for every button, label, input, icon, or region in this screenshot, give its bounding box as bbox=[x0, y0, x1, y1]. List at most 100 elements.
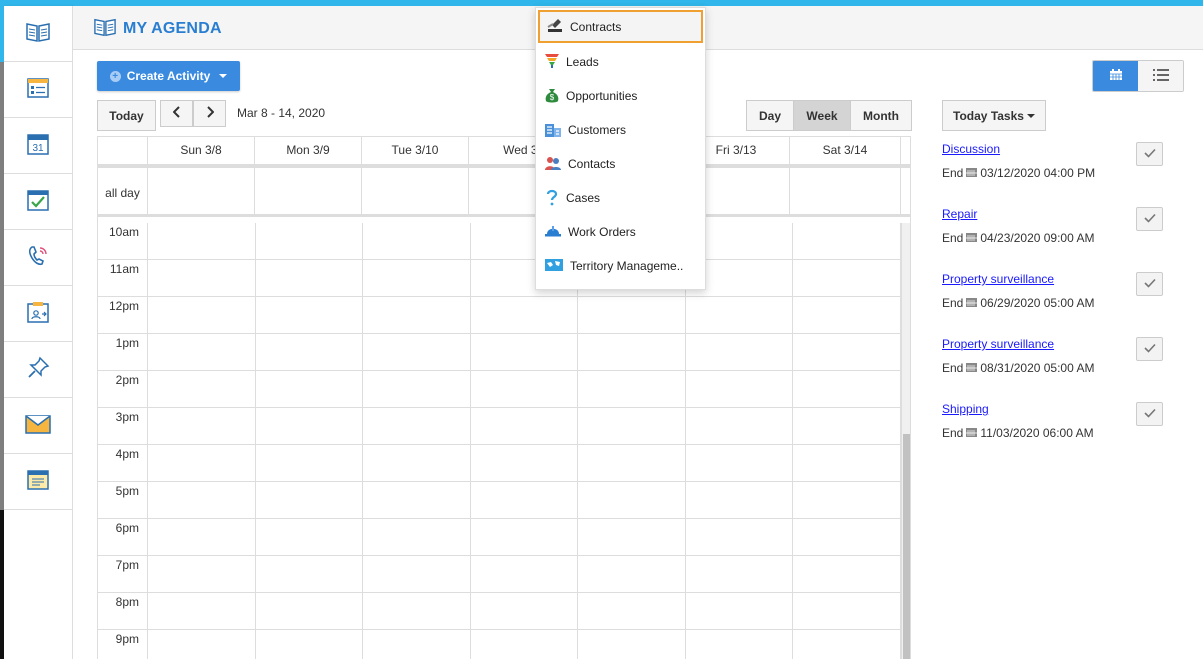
time-slot-cell[interactable] bbox=[256, 297, 363, 333]
time-slot-cell[interactable] bbox=[471, 519, 578, 555]
time-slot-cell[interactable] bbox=[471, 556, 578, 592]
prev-week-button[interactable] bbox=[160, 100, 193, 127]
calendar-view-button[interactable] bbox=[1093, 61, 1138, 91]
time-slot-cell[interactable] bbox=[256, 334, 363, 370]
menu-item-opportunities[interactable]: $ Opportunities bbox=[536, 79, 705, 113]
time-slot-cell[interactable] bbox=[686, 630, 793, 659]
sidebar-item-email[interactable] bbox=[4, 398, 72, 454]
time-slot-cell[interactable] bbox=[148, 371, 256, 407]
time-slot-cell[interactable] bbox=[363, 482, 471, 518]
menu-item-customers[interactable]: Customers bbox=[536, 113, 705, 147]
time-slot-cell[interactable] bbox=[793, 482, 901, 518]
time-slot-cell[interactable] bbox=[148, 556, 256, 592]
menu-item-cases[interactable]: Cases bbox=[536, 181, 705, 215]
time-slot-cell[interactable] bbox=[256, 593, 363, 629]
menu-item-contacts[interactable]: Contacts bbox=[536, 147, 705, 181]
time-slot-cell[interactable] bbox=[793, 223, 901, 259]
time-slot-cell[interactable] bbox=[363, 519, 471, 555]
time-slot-cell[interactable] bbox=[578, 519, 686, 555]
time-slot-cell[interactable] bbox=[256, 408, 363, 444]
time-slot-cell[interactable] bbox=[471, 593, 578, 629]
scrollbar-thumb[interactable] bbox=[903, 434, 910, 659]
all-day-cell[interactable] bbox=[255, 168, 362, 214]
complete-task-button[interactable] bbox=[1136, 142, 1163, 166]
time-slot-cell[interactable] bbox=[793, 445, 901, 481]
time-slot-cell[interactable] bbox=[686, 445, 793, 481]
time-slot-cell[interactable] bbox=[363, 334, 471, 370]
time-slot-cell[interactable] bbox=[256, 371, 363, 407]
time-slot-cell[interactable] bbox=[578, 297, 686, 333]
time-slot-cell[interactable] bbox=[686, 334, 793, 370]
task-link[interactable]: Repair bbox=[942, 207, 1094, 221]
time-slot-cell[interactable] bbox=[148, 223, 256, 259]
sidebar-item-calls[interactable] bbox=[4, 230, 72, 286]
all-day-cell[interactable] bbox=[790, 168, 901, 214]
time-slot-cell[interactable] bbox=[578, 408, 686, 444]
time-slot-cell[interactable] bbox=[256, 630, 363, 659]
today-button[interactable]: Today bbox=[97, 100, 156, 131]
complete-task-button[interactable] bbox=[1136, 402, 1163, 426]
time-slot-cell[interactable] bbox=[686, 482, 793, 518]
time-slot-cell[interactable] bbox=[578, 445, 686, 481]
complete-task-button[interactable] bbox=[1136, 207, 1163, 231]
view-week-button[interactable]: Week bbox=[794, 101, 851, 130]
view-day-button[interactable]: Day bbox=[747, 101, 794, 130]
time-slot-cell[interactable] bbox=[148, 408, 256, 444]
create-activity-button[interactable]: + Create Activity bbox=[97, 61, 240, 91]
time-slot-cell[interactable] bbox=[793, 630, 901, 659]
time-slot-cell[interactable] bbox=[471, 297, 578, 333]
time-slot-cell[interactable] bbox=[363, 223, 471, 259]
menu-item-work-orders[interactable]: Work Orders bbox=[536, 215, 705, 249]
task-link[interactable]: Property surveillance bbox=[942, 272, 1094, 286]
time-slot-cell[interactable] bbox=[793, 408, 901, 444]
time-slot-cell[interactable] bbox=[256, 519, 363, 555]
time-slot-cell[interactable] bbox=[148, 630, 256, 659]
task-link[interactable]: Discussion bbox=[942, 142, 1095, 156]
time-slot-cell[interactable] bbox=[148, 519, 256, 555]
view-month-button[interactable]: Month bbox=[851, 101, 911, 130]
menu-item-contracts[interactable]: Contracts bbox=[538, 10, 703, 43]
time-slot-cell[interactable] bbox=[793, 556, 901, 592]
time-slot-cell[interactable] bbox=[686, 297, 793, 333]
time-slot-cell[interactable] bbox=[793, 260, 901, 296]
time-slot-cell[interactable] bbox=[256, 260, 363, 296]
sidebar-item-calendar[interactable]: 31 bbox=[4, 118, 72, 174]
time-slot-cell[interactable] bbox=[148, 593, 256, 629]
complete-task-button[interactable] bbox=[1136, 337, 1163, 361]
time-slot-cell[interactable] bbox=[363, 260, 471, 296]
calendar-scrollbar[interactable] bbox=[901, 223, 910, 659]
time-slot-cell[interactable] bbox=[363, 408, 471, 444]
list-view-button[interactable] bbox=[1138, 61, 1183, 91]
time-slot-cell[interactable] bbox=[578, 482, 686, 518]
sidebar-item-activities[interactable] bbox=[4, 62, 72, 118]
time-slot-cell[interactable] bbox=[256, 556, 363, 592]
time-slot-cell[interactable] bbox=[363, 445, 471, 481]
time-slot-cell[interactable] bbox=[578, 593, 686, 629]
time-slot-cell[interactable] bbox=[148, 445, 256, 481]
time-slot-cell[interactable] bbox=[793, 371, 901, 407]
time-slot-cell[interactable] bbox=[363, 630, 471, 659]
time-slot-cell[interactable] bbox=[793, 593, 901, 629]
time-slot-cell[interactable] bbox=[363, 593, 471, 629]
all-day-cell[interactable] bbox=[362, 168, 469, 214]
time-slot-cell[interactable] bbox=[793, 519, 901, 555]
menu-item-territory-manageme[interactable]: Territory Manageme.. bbox=[536, 249, 705, 283]
time-slot-cell[interactable] bbox=[471, 445, 578, 481]
time-slot-cell[interactable] bbox=[148, 482, 256, 518]
today-tasks-button[interactable]: Today Tasks bbox=[942, 100, 1046, 131]
complete-task-button[interactable] bbox=[1136, 272, 1163, 296]
sidebar-item-agenda[interactable] bbox=[0, 6, 72, 62]
time-slot-cell[interactable] bbox=[256, 223, 363, 259]
time-slot-cell[interactable] bbox=[686, 556, 793, 592]
time-slot-cell[interactable] bbox=[793, 334, 901, 370]
time-slot-cell[interactable] bbox=[363, 371, 471, 407]
time-slot-cell[interactable] bbox=[148, 297, 256, 333]
time-slot-cell[interactable] bbox=[148, 260, 256, 296]
time-slot-cell[interactable] bbox=[686, 371, 793, 407]
next-week-button[interactable] bbox=[193, 100, 226, 127]
time-slot-cell[interactable] bbox=[578, 556, 686, 592]
task-link[interactable]: Property surveillance bbox=[942, 337, 1094, 351]
time-slot-cell[interactable] bbox=[148, 334, 256, 370]
time-slot-cell[interactable] bbox=[686, 408, 793, 444]
task-link[interactable]: Shipping bbox=[942, 402, 1094, 416]
